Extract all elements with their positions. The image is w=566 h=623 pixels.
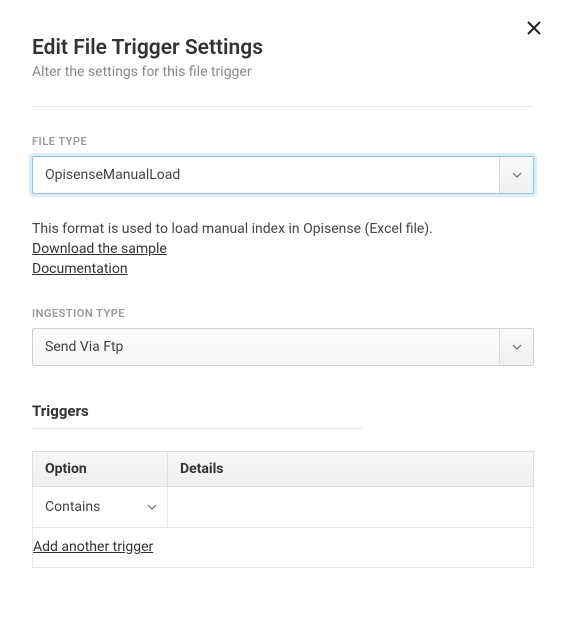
download-sample-link[interactable]: Download the sample xyxy=(32,240,167,259)
caret-down-icon xyxy=(512,172,522,178)
file-type-caret[interactable] xyxy=(499,157,533,193)
close-button[interactable] xyxy=(526,20,544,38)
ingestion-type-caret[interactable] xyxy=(499,329,533,365)
triggers-heading: Triggers xyxy=(32,402,534,420)
close-icon xyxy=(526,20,542,36)
documentation-link[interactable]: Documentation xyxy=(32,260,128,279)
file-type-value: OpisenseManualLoad xyxy=(33,157,499,193)
ingestion-type-value: Send Via Ftp xyxy=(33,329,499,365)
ingestion-type-select[interactable]: Send Via Ftp xyxy=(32,328,534,366)
add-trigger-row: Add another trigger xyxy=(33,527,534,567)
column-option: Option xyxy=(33,451,168,486)
triggers-divider xyxy=(32,428,362,429)
ingestion-type-label: INGESTION TYPE xyxy=(32,307,534,320)
table-row: Contains xyxy=(33,486,534,527)
column-details: Details xyxy=(168,451,534,486)
trigger-option-select[interactable]: Contains xyxy=(33,487,167,527)
triggers-table: Option Details Contains Add another trig… xyxy=(32,451,534,568)
caret-down-icon xyxy=(512,344,522,350)
file-type-select[interactable]: OpisenseManualLoad xyxy=(32,156,534,194)
trigger-option-value: Contains xyxy=(45,499,100,515)
modal-subtitle: Alter the settings for this file trigger xyxy=(32,64,534,80)
file-type-help-text: This format is used to load manual index… xyxy=(32,221,433,237)
file-type-label: FILE TYPE xyxy=(32,135,534,148)
trigger-details-cell[interactable] xyxy=(168,486,534,527)
caret-down-icon xyxy=(147,504,157,510)
add-trigger-link[interactable]: Add another trigger xyxy=(33,539,153,555)
divider xyxy=(32,106,534,107)
modal-title: Edit File Trigger Settings xyxy=(32,36,534,60)
